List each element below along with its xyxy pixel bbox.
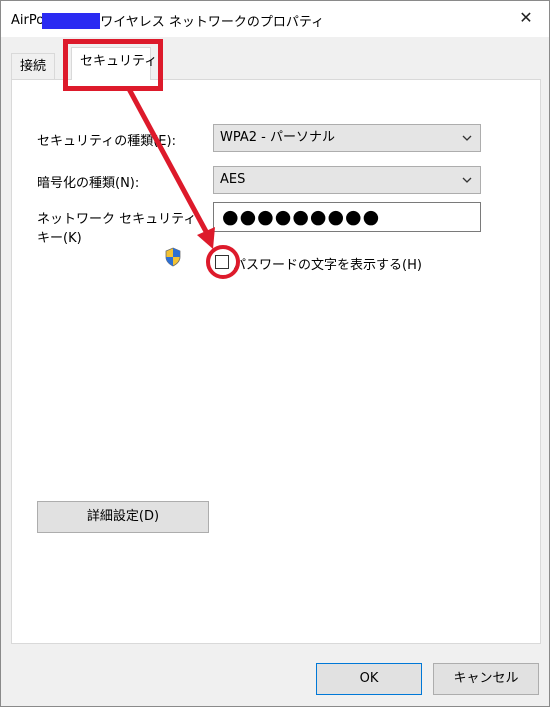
wireless-properties-dialog: AirPo ワイヤレス ネットワークのプロパティ ✕ 接続 セキュリティ セキュリ…: [0, 0, 550, 707]
annotation-highlight-circle: [206, 245, 240, 279]
annotation-arrow: [126, 86, 215, 249]
annotation-highlight-box: [63, 39, 163, 91]
